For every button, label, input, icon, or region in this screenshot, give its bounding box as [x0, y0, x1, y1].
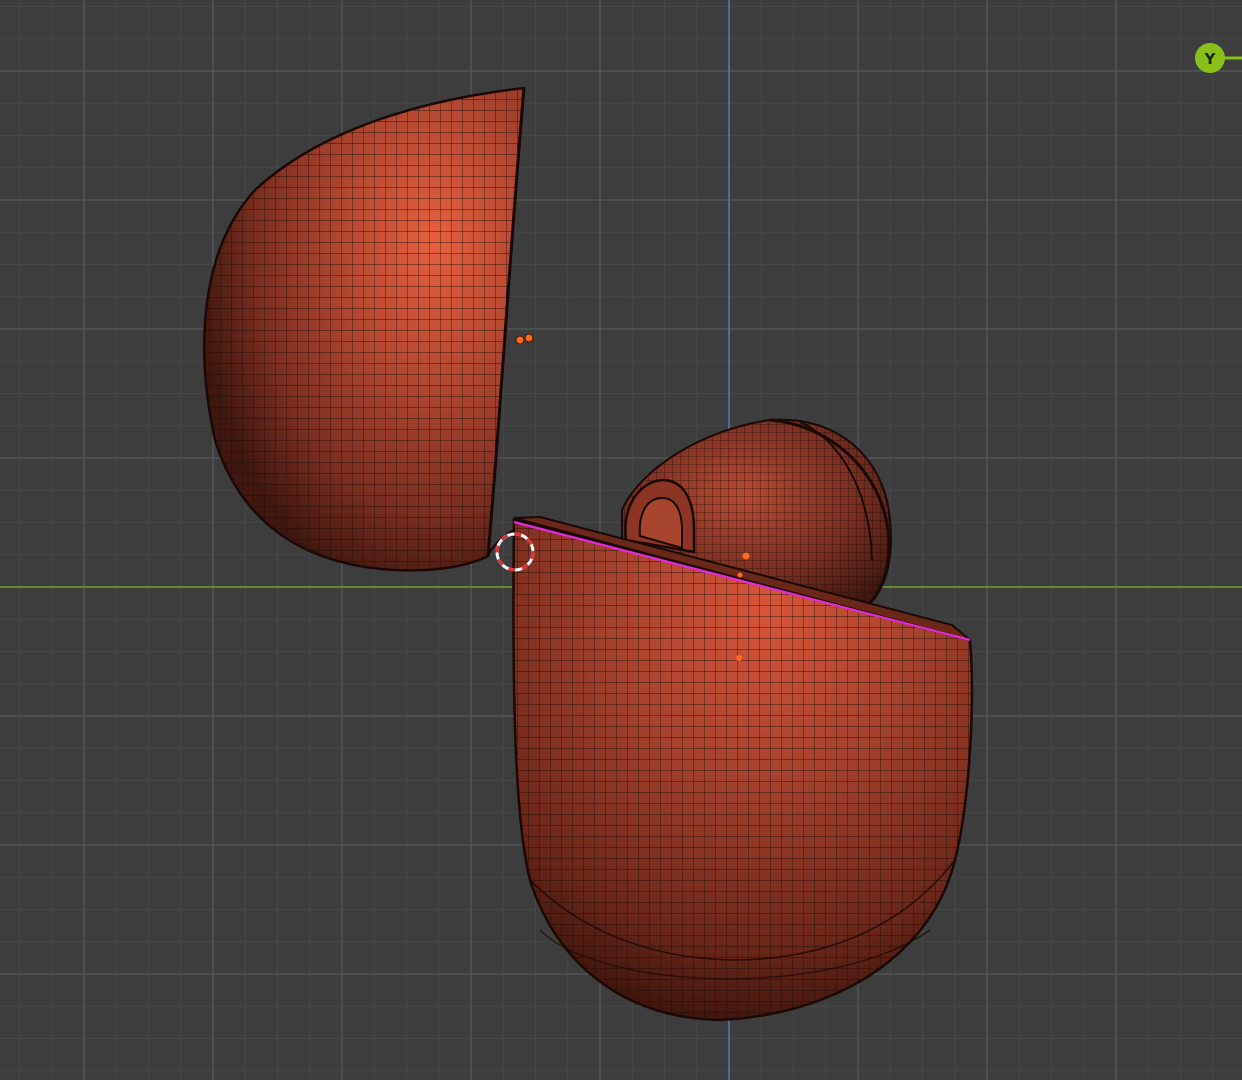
viewport-canvas[interactable]: Y — [0, 0, 1242, 1080]
gizmo-y-label: Y — [1204, 50, 1217, 68]
3d-viewport[interactable]: Y — [0, 0, 1242, 1080]
navigation-gizmo-icon[interactable]: Y — [1195, 43, 1242, 73]
case-lid-mesh[interactable] — [190, 80, 535, 580]
case-base-mesh[interactable] — [505, 515, 980, 1025]
